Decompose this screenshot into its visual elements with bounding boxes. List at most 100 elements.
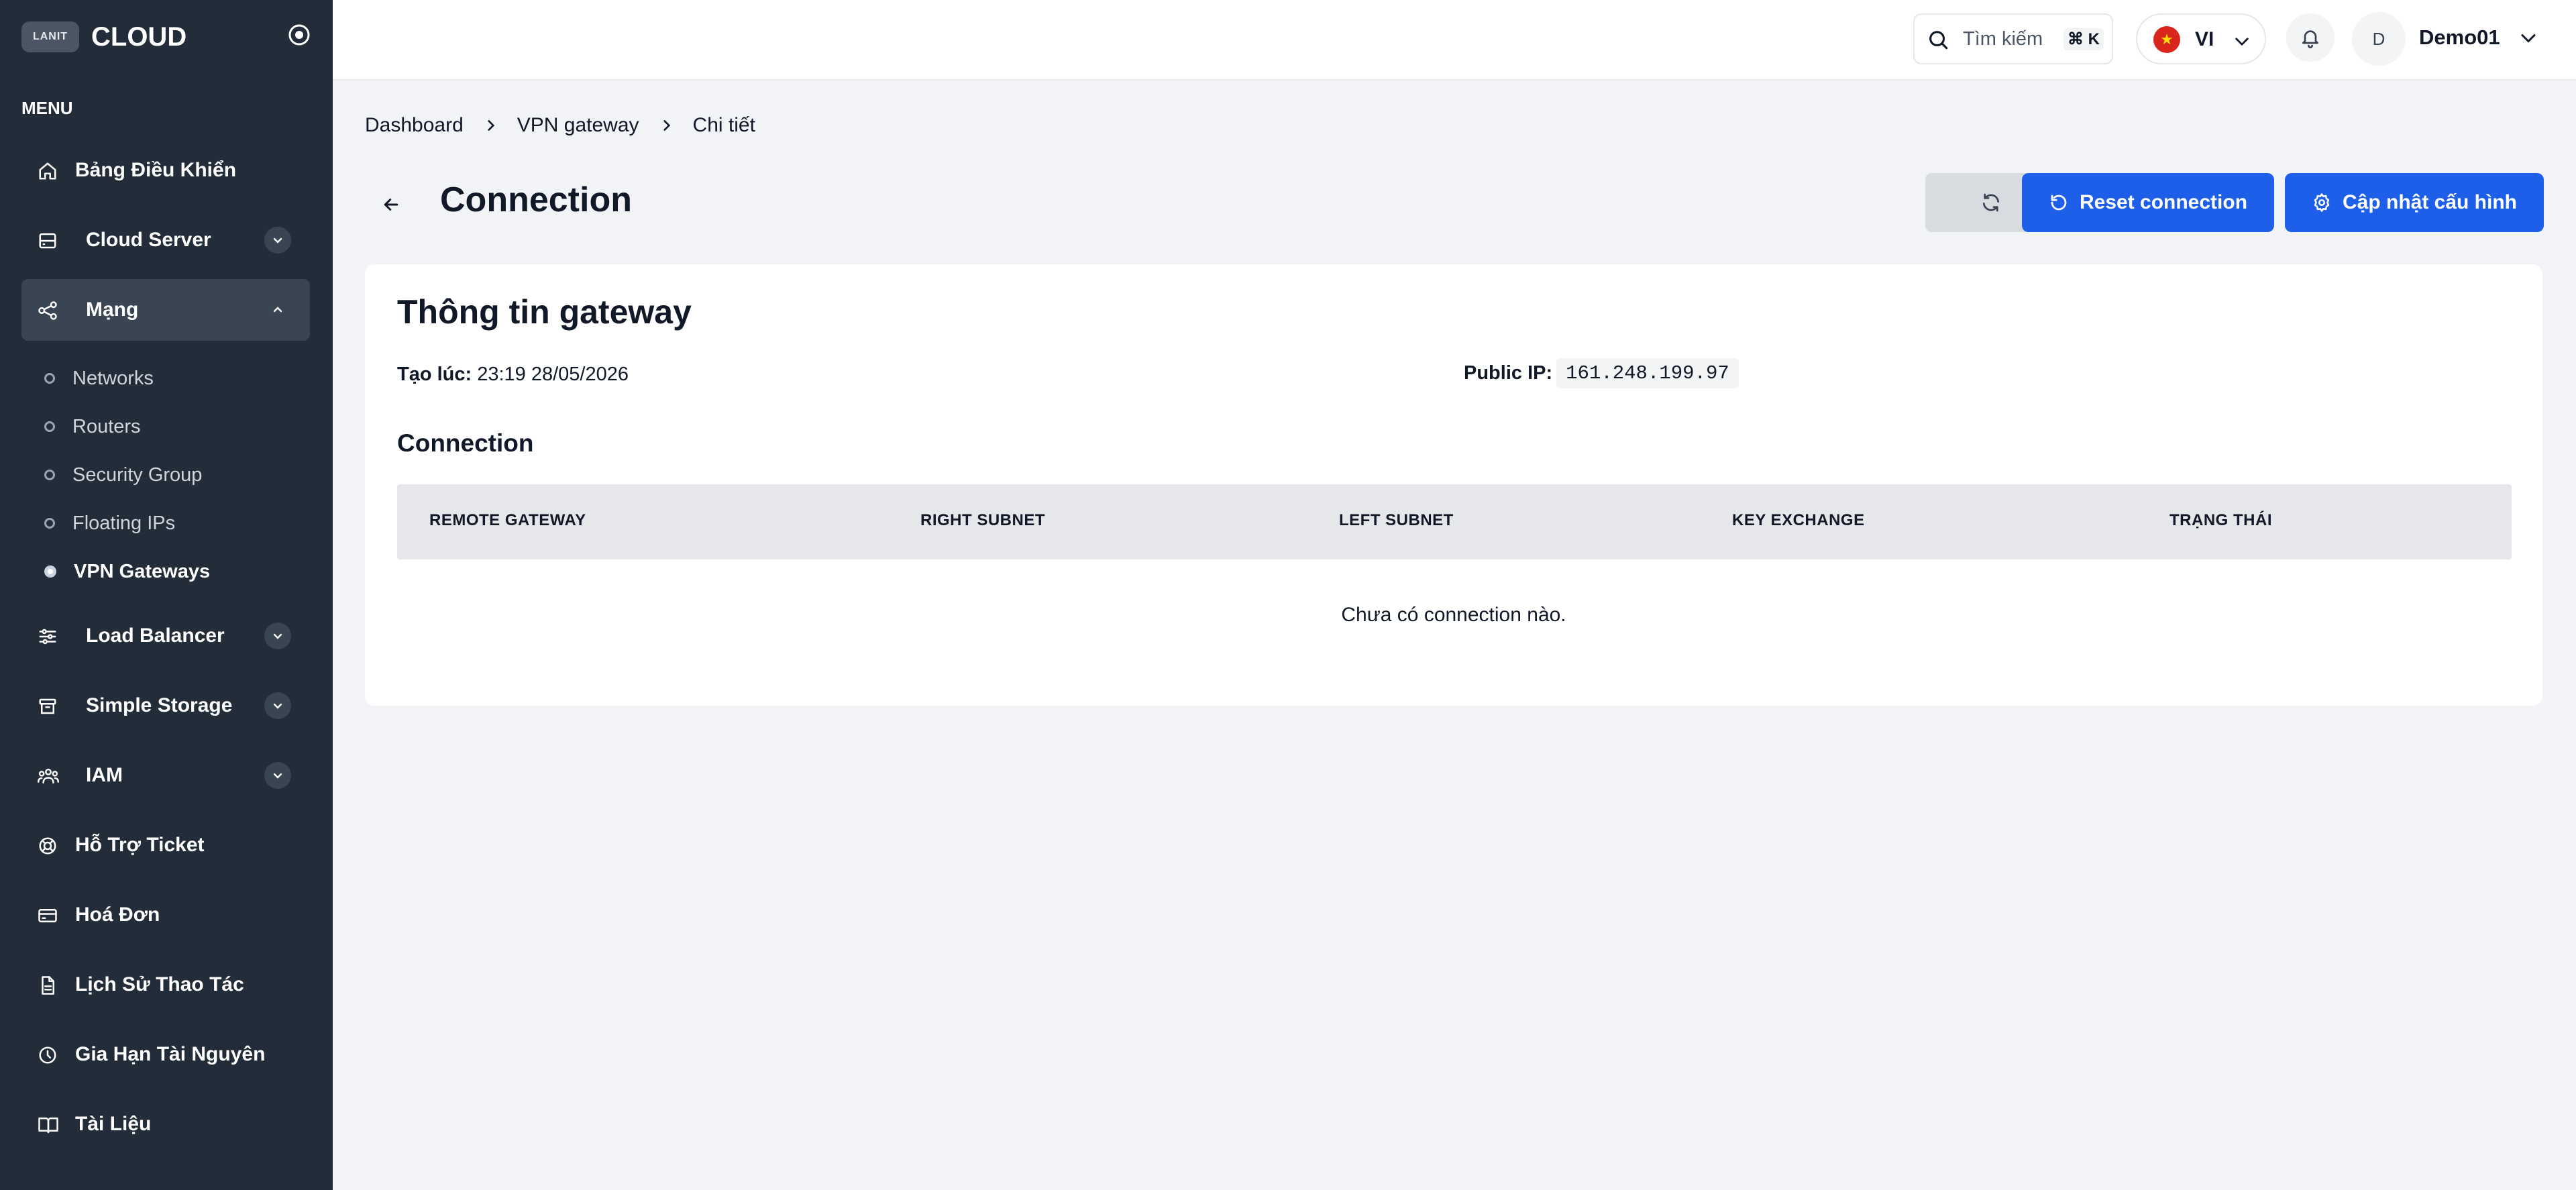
chevron-down-icon[interactable] [264,227,291,254]
sidebar-subitem-label: Security Group [72,464,203,486]
chevron-up-icon[interactable] [264,296,291,323]
chevron-down-icon[interactable] [264,762,291,789]
home-icon [38,161,58,181]
page-title: Connection [440,180,632,219]
sidebar: LANIT CLOUD MENU Bảng Điều Khiển Cloud S… [0,0,333,1190]
sidebar-item-docs[interactable]: Tài Liệu [21,1093,310,1155]
sidebar-subitem-security-group[interactable]: Security Group [44,457,202,492]
document-icon [38,975,58,995]
column-header-remote-gateway: REMOTE GATEWAY [429,511,586,529]
chevron-down-icon[interactable] [264,692,291,719]
sidebar-subitem-label: Routers [72,415,141,437]
column-header-key-exchange: KEY EXCHANGE [1732,511,1865,529]
sidebar-subitem-networks[interactable]: Networks [44,361,154,396]
sidebar-item-label: Cloud Server [86,229,211,251]
brand[interactable]: LANIT CLOUD [21,20,186,54]
sliders-icon [38,627,58,647]
sidebar-item-support-ticket[interactable]: Hỗ Trợ Ticket [21,814,310,876]
table-header: REMOTE GATEWAY RIGHT SUBNET LEFT SUBNET … [397,484,2512,559]
network-icon [38,301,58,321]
back-button[interactable] [376,189,407,220]
sidebar-subitem-label: Floating IPs [72,512,176,534]
bell-icon [2300,27,2321,48]
sidebar-item-label: Tài Liệu [75,1113,152,1135]
brand-name: CLOUD [91,21,187,52]
reset-icon [2049,193,2069,213]
chevron-down-icon[interactable] [2518,28,2538,48]
breadcrumb-item-vpn-gateway[interactable]: VPN gateway [517,114,639,137]
refresh-icon [1980,192,2002,213]
column-header-status: TRẠNG THÁI [2169,511,2272,529]
sidebar-item-label: Hoá Đơn [75,904,160,926]
sidebar-item-label: Gia Hạn Tài Nguyên [75,1043,266,1065]
clock-icon [38,1045,58,1065]
gear-icon [2312,193,2332,213]
update-config-button[interactable]: Cập nhật cấu hình [2285,173,2544,232]
language-selector[interactable]: ★ VI [2136,13,2266,64]
connection-section-title: Connection [397,429,534,457]
lifebuoy-icon [38,836,58,856]
sidebar-item-label: Bảng Điều Khiển [75,159,237,181]
notifications-button[interactable] [2286,13,2334,62]
bullet-icon [44,470,55,480]
public-ip-label: Public IP: [1464,362,1553,384]
breadcrumb: Dashboard VPN gateway Chi tiết [365,114,755,137]
sidebar-item-label: Load Balancer [86,625,225,647]
user-name[interactable]: Demo01 [2419,25,2500,50]
sidebar-subitem-floating-ips[interactable]: Floating IPs [44,506,175,541]
sidebar-item-label: Mạng [86,299,139,321]
sidebar-toggle-icon[interactable] [287,23,311,47]
sidebar-subitem-label: VPN Gateways [74,560,211,582]
breadcrumb-item-current: Chi tiết [692,114,755,136]
avatar[interactable]: D [2352,12,2406,66]
created-at: Tạo lúc: 23:19 28/05/2026 [397,364,629,386]
sidebar-item-invoices[interactable]: Hoá Đơn [21,884,310,946]
sidebar-item-simple-storage[interactable]: Simple Storage [21,675,310,737]
sidebar-item-dashboard[interactable]: Bảng Điều Khiển [21,140,310,201]
chevron-down-icon [2233,32,2251,51]
sidebar-item-cloud-server[interactable]: Cloud Server [21,209,310,271]
search-icon [1927,28,1949,51]
arrow-left-icon [381,195,401,215]
gateway-info-card: Thông tin gateway Tạo lúc: 23:19 28/05/2… [365,264,2542,706]
empty-state-message: Chưa có connection nào. [1341,604,1566,626]
column-header-left-subnet: LEFT SUBNET [1339,511,1454,529]
book-icon [38,1115,59,1135]
search-label: Tìm kiếm [1963,28,2043,50]
chevron-right-icon [484,118,498,133]
menu-heading: MENU [21,98,73,118]
bullet-icon [44,373,55,384]
credit-card-icon [38,906,58,926]
server-icon [38,231,58,251]
created-at-label: Tạo lúc: [397,364,472,385]
sidebar-item-network[interactable]: Mạng [21,279,310,341]
users-icon [38,766,59,786]
reset-connection-label: Reset connection [2079,191,2248,213]
column-header-right-subnet: RIGHT SUBNET [920,511,1045,529]
bullet-icon [44,518,55,529]
breadcrumb-item-dashboard[interactable]: Dashboard [365,114,464,137]
sidebar-item-renewal[interactable]: Gia Hạn Tài Nguyên [21,1024,310,1085]
sidebar-subitem-vpn-gateways[interactable]: VPN Gateways [44,554,210,589]
sidebar-item-activity-log[interactable]: Lịch Sử Thao Tác [21,954,310,1016]
update-config-label: Cập nhật cấu hình [2342,191,2517,213]
sidebar-subitem-routers[interactable]: Routers [44,409,141,444]
sidebar-item-label: Lịch Sử Thao Tác [75,973,244,995]
public-ip: Public IP: 161.248.199.97 [1464,358,1739,388]
sidebar-item-load-balancer[interactable]: Load Balancer [21,605,310,667]
sidebar-item-iam[interactable]: IAM [21,745,310,806]
created-at-value: 23:19 28/05/2026 [477,364,629,385]
vietnam-flag-icon: ★ [2153,26,2180,53]
search-shortcut: ⌘ K [2063,28,2104,50]
archive-icon [38,696,58,716]
chevron-right-icon [659,118,674,133]
search-button[interactable]: Tìm kiếm ⌘ K [1913,13,2113,64]
top-header: Tìm kiếm ⌘ K ★ VI D Demo01 [333,0,2576,80]
public-ip-value: 161.248.199.97 [1556,358,1739,388]
sidebar-item-label: Simple Storage [86,694,233,716]
bullet-icon [44,421,55,432]
sidebar-subitem-label: Networks [72,367,154,389]
chevron-down-icon[interactable] [264,623,291,649]
sidebar-item-label: Hỗ Trợ Ticket [75,834,205,856]
reset-connection-button[interactable]: Reset connection [2022,173,2274,232]
